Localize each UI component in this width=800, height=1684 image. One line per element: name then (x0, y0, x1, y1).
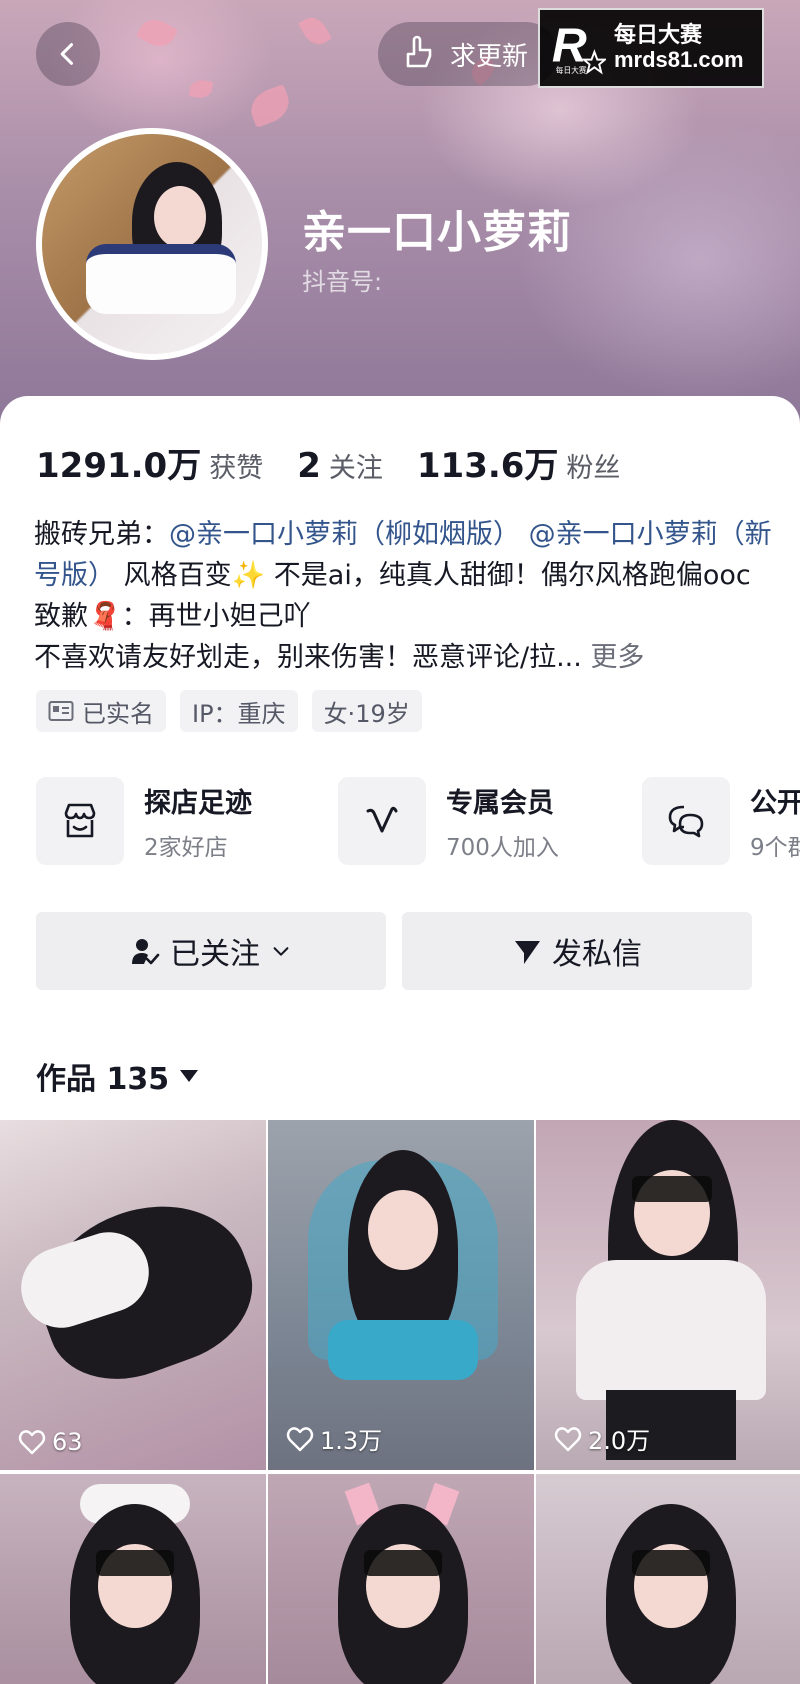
hand-point-icon (406, 35, 432, 68)
following-button[interactable]: 已关注 (36, 912, 386, 990)
following-count[interactable]: 2 (297, 446, 321, 486)
send-icon (515, 941, 540, 964)
works-tab[interactable]: 作品 135 (36, 1054, 199, 1098)
feature-store-visits[interactable]: 探店足迹 2家好店 (36, 776, 252, 866)
thumb-mask (96, 1550, 174, 1576)
likes-count[interactable]: 1291.0万 (36, 438, 201, 487)
feature-membership[interactable]: 专属会员 700人加入 (338, 776, 559, 866)
feature-public-groups[interactable]: 公开 9个群 (642, 776, 800, 866)
like-count-value: 63 (52, 1428, 83, 1456)
watermark-line1: 每日大赛 (614, 22, 703, 48)
watermark-r-logo: R 每日大赛 (552, 19, 606, 75)
tag-label: 女·19岁 (323, 699, 410, 728)
user-check-icon (132, 939, 160, 965)
feature-subtitle: 9个群 (750, 834, 800, 861)
send-message-label: 发私信 (552, 937, 642, 972)
thumb-costume (576, 1260, 766, 1400)
thumb-mask (632, 1176, 712, 1202)
tag-label: 已实名 (82, 699, 154, 728)
video-thumbnail[interactable]: 63 (0, 1120, 266, 1470)
video-thumbnail[interactable]: 2.0万 (536, 1120, 800, 1470)
video-grid: 63 1.3万 2.0万 (0, 1120, 800, 1684)
stats-row: 1291.0万 获赞 2 关注 113.6万 粉丝 (36, 438, 654, 487)
feature-entries: 探店足迹 2家好店 专属会员 700人加入 公开 9个群 (36, 776, 800, 866)
feature-title: 探店足迹 (144, 787, 252, 819)
avatar[interactable] (36, 128, 268, 360)
tag-label: IP：重庆 (192, 699, 286, 728)
following-label: 关注 (328, 453, 383, 484)
video-thumbnail[interactable] (536, 1474, 800, 1684)
bio-text: 风格百变✨ 不是ai，纯真人甜御！偶尔风格跑偏ooc致歉🧣：再世小妲己吖 (34, 560, 751, 632)
like-count: 2.0万 (554, 1421, 650, 1456)
thumb-mask (364, 1550, 442, 1576)
svg-text:R: R (552, 19, 587, 73)
watermark-badge: R 每日大赛 每日大赛 mrds81.com (538, 8, 764, 88)
watermark-logo: R 每日大赛 (548, 18, 606, 78)
caret-down-icon (180, 1070, 199, 1082)
tag-gender-age: 女·19岁 (311, 690, 422, 732)
avatar-face (154, 186, 206, 248)
heart-icon (286, 1426, 314, 1451)
feature-title: 公开 (750, 787, 800, 819)
profile-nickname: 亲一口小萝莉 (302, 207, 572, 258)
followers-label: 粉丝 (566, 453, 621, 484)
chevron-down-icon (273, 947, 289, 956)
thumb-mask (632, 1550, 710, 1576)
like-count-value: 1.3万 (320, 1427, 383, 1455)
petal-decoration (297, 12, 333, 50)
svg-text:每日大赛: 每日大赛 (556, 65, 587, 75)
like-count-value: 2.0万 (588, 1427, 651, 1455)
chevron-left-icon (60, 43, 74, 65)
petal-decoration (188, 78, 214, 100)
like-count: 63 (18, 1428, 83, 1456)
bio-text: 不喜欢请友好划走，别来伤害！恶意评论/拉... (34, 642, 582, 673)
request-update-label: 求更新 (450, 41, 529, 72)
douyin-id[interactable]: 抖音号: (302, 262, 382, 297)
bio-prefix: 搬砖兄弟： (34, 519, 169, 550)
video-thumbnail[interactable] (268, 1474, 534, 1684)
bio-mention-link[interactable]: @亲一口小萝莉（柳如烟版） (169, 519, 520, 550)
petal-decoration (245, 84, 295, 128)
likes-label: 获赞 (209, 453, 264, 484)
bio-more-link[interactable]: 更多 (590, 642, 644, 673)
watermark-line2: mrds81.com (614, 47, 744, 72)
video-thumbnail[interactable] (0, 1474, 266, 1684)
thumb-face (368, 1190, 438, 1270)
avatar-uniform (86, 244, 236, 314)
thumb-costume (328, 1320, 478, 1380)
back-button[interactable] (36, 22, 100, 86)
profile-bio: 搬砖兄弟：@亲一口小萝莉（柳如烟版） @亲一口小萝莉（新号版） 风格百变✨ 不是… (34, 514, 774, 678)
vip-v-icon (366, 806, 398, 833)
heart-icon (554, 1426, 582, 1451)
chat-bubbles-icon (668, 805, 704, 838)
petal-decoration (135, 13, 179, 53)
following-label: 已关注 (170, 937, 260, 972)
like-count: 1.3万 (286, 1421, 382, 1456)
send-message-button[interactable]: 发私信 (402, 912, 752, 990)
profile-tags: 已实名 IP：重庆 女·19岁 (36, 690, 422, 732)
tag-verified: 已实名 (36, 690, 166, 732)
store-icon (64, 803, 96, 838)
feature-title: 专属会员 (446, 787, 554, 819)
tag-ip: IP：重庆 (180, 690, 298, 732)
id-card-icon (48, 701, 74, 721)
video-thumbnail[interactable]: 1.3万 (268, 1120, 534, 1470)
request-update-button[interactable]: 求更新 (378, 22, 558, 86)
heart-icon (18, 1430, 46, 1455)
followers-count[interactable]: 113.6万 (417, 438, 559, 487)
feature-subtitle: 2家好店 (144, 834, 228, 861)
action-buttons: 已关注 发私信 (36, 912, 752, 990)
feature-subtitle: 700人加入 (446, 834, 559, 861)
works-tab-label: 作品 135 (36, 1062, 170, 1097)
